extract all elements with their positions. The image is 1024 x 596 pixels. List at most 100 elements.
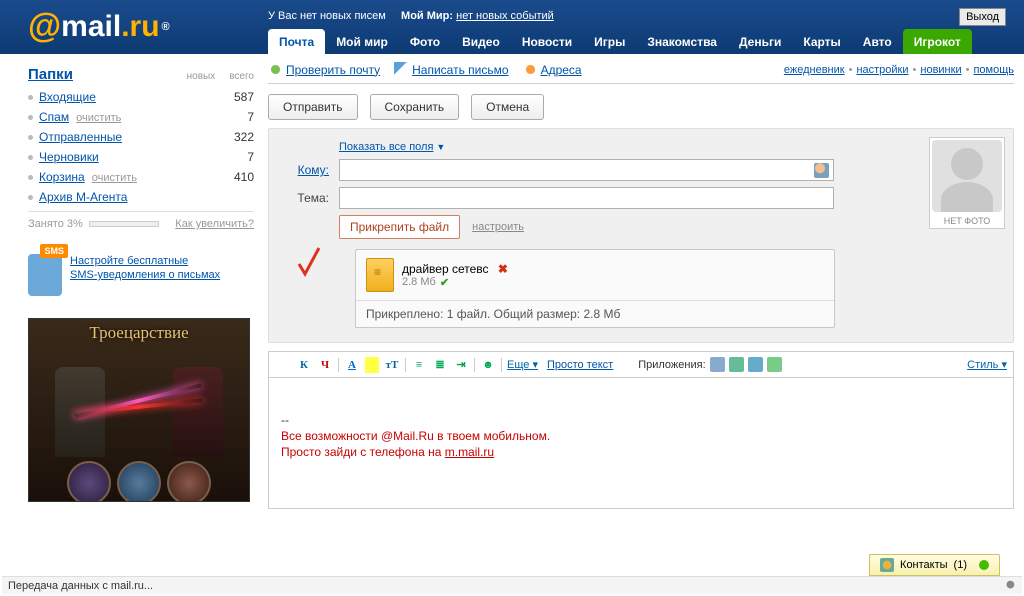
indent-icon[interactable]: ⇥ bbox=[453, 357, 469, 373]
folder-name[interactable]: Черновики bbox=[39, 150, 99, 164]
game-btn-2[interactable] bbox=[117, 461, 161, 502]
folder-name[interactable]: Входящие bbox=[39, 90, 96, 104]
attach-configure-link[interactable]: настроить bbox=[472, 221, 524, 233]
attach-file-button[interactable]: Прикрепить файл bbox=[339, 215, 460, 239]
editor-body[interactable]: -- Все возможности @Mail.Ru в твоем моби… bbox=[268, 377, 1014, 509]
toolbar-help[interactable]: помощь bbox=[973, 64, 1014, 76]
to-label[interactable]: Кому: bbox=[279, 163, 329, 177]
editor-toolbar: К Ч A тТ ≡ ≣ ⇥ ☻ Еще ▾ Просто текст Прил… bbox=[268, 351, 1014, 377]
phone-icon: SMS bbox=[28, 254, 62, 296]
folder-count: 322 bbox=[212, 130, 254, 144]
contacts-icon bbox=[880, 558, 894, 572]
folder-name[interactable]: Отправленные bbox=[39, 130, 122, 144]
clear-link[interactable]: очистить bbox=[92, 172, 137, 184]
folder-inbox[interactable]: Входящие 587 bbox=[28, 87, 254, 107]
toolbar-news[interactable]: новинки bbox=[920, 64, 961, 76]
align-icon[interactable]: ≡ bbox=[411, 357, 427, 373]
avatar-block[interactable]: НЕТ ФОТО bbox=[929, 137, 1005, 229]
nav-tab-news[interactable]: Новости bbox=[511, 29, 583, 54]
subject-label: Тема: bbox=[279, 191, 329, 205]
write-mail-link[interactable]: Написать письмо bbox=[394, 62, 508, 77]
app-icon-2[interactable] bbox=[729, 357, 744, 372]
nav-tab-igrokot[interactable]: Игрокот bbox=[903, 29, 972, 54]
zip-file-icon bbox=[366, 258, 394, 292]
nav-tab-money[interactable]: Деньги bbox=[728, 29, 792, 54]
app-icon-1[interactable] bbox=[710, 357, 725, 372]
to-input[interactable] bbox=[339, 159, 834, 181]
folder-trash[interactable]: Корзина очистить 410 bbox=[28, 167, 254, 187]
game-ad-scene bbox=[29, 347, 249, 457]
folder-sent[interactable]: Отправленные 322 bbox=[28, 127, 254, 147]
game-ad[interactable]: Троецарствие bbox=[28, 318, 250, 502]
emoji-icon[interactable]: ☻ bbox=[480, 357, 496, 373]
folder-spam[interactable]: Спам очистить 7 bbox=[28, 107, 254, 127]
attachment-size: 2.8 Мб bbox=[402, 276, 436, 288]
app-icon-4[interactable] bbox=[767, 357, 782, 372]
sms-badge: SMS bbox=[40, 244, 68, 258]
clear-link[interactable]: очистить bbox=[76, 112, 121, 124]
italic-icon[interactable]: К bbox=[296, 357, 312, 373]
nav-tab-moimir[interactable]: Мой мир bbox=[325, 29, 399, 54]
game-btn-1[interactable] bbox=[67, 461, 111, 502]
app-icon-3[interactable] bbox=[748, 357, 763, 372]
folder-count: 7 bbox=[212, 110, 254, 124]
nav-tab-games[interactable]: Игры bbox=[583, 29, 636, 54]
logo[interactable]: @mail.ru® bbox=[28, 7, 170, 46]
font-size-icon[interactable]: тТ bbox=[384, 357, 400, 373]
status-text: Передача данных с mail.ru... bbox=[8, 580, 153, 592]
contacts-icon bbox=[523, 62, 538, 77]
attachment-name: драйвер сетевс bbox=[402, 262, 489, 276]
nav-tab-dating[interactable]: Знакомства bbox=[636, 29, 728, 54]
contacts-bar[interactable]: Контакты (1) bbox=[869, 554, 1000, 576]
nav-tab-video[interactable]: Видео bbox=[451, 29, 511, 54]
bold-icon[interactable] bbox=[275, 357, 291, 373]
folders-title[interactable]: Папки bbox=[28, 66, 73, 83]
bg-color-icon[interactable] bbox=[365, 357, 379, 373]
toolbar-settings[interactable]: настройки bbox=[856, 64, 908, 76]
nav-tab-photo[interactable]: Фото bbox=[399, 29, 451, 54]
underline-icon[interactable]: Ч bbox=[317, 357, 333, 373]
quota-bar bbox=[89, 221, 159, 227]
folder-magent[interactable]: Архив M-Агента bbox=[28, 187, 254, 207]
address-book-icon[interactable] bbox=[814, 163, 829, 178]
compose-form: НЕТ ФОТО Показать все поля▼ Кому: Тема: … bbox=[268, 128, 1014, 343]
list-icon[interactable]: ≣ bbox=[432, 357, 448, 373]
plain-text-link[interactable]: Просто текст bbox=[547, 359, 613, 371]
sig-line1: Все возможности @Mail.Ru в твоем мобильн… bbox=[281, 429, 550, 443]
game-btn-3[interactable] bbox=[167, 461, 211, 502]
sms-line2[interactable]: SMS-уведомления о письмах bbox=[70, 269, 220, 281]
folder-drafts[interactable]: Черновики 7 bbox=[28, 147, 254, 167]
subject-input[interactable] bbox=[339, 187, 834, 209]
toolbar-diary[interactable]: ежедневник bbox=[784, 64, 845, 76]
folder-count: 587 bbox=[212, 90, 254, 104]
more-link[interactable]: Еще ▾ bbox=[507, 358, 538, 371]
folder-name[interactable]: Корзина bbox=[39, 170, 85, 184]
remove-attachment-icon[interactable]: ✖ bbox=[498, 262, 508, 276]
quota-label: Занято 3% bbox=[28, 218, 83, 230]
sig-line2b: m.mail.ru bbox=[445, 445, 494, 459]
sms-promo[interactable]: SMS Настройте бесплатные SMS-уведомления… bbox=[28, 254, 254, 296]
logo-ru: .ru bbox=[121, 10, 159, 44]
header-messages: У Вас нет новых писем Мой Мир: нет новых… bbox=[268, 10, 554, 22]
folder-name[interactable]: Архив M-Агента bbox=[39, 190, 127, 204]
col-all: всего bbox=[229, 71, 254, 82]
show-all-fields-link[interactable]: Показать все поля bbox=[339, 141, 433, 153]
nav-tab-mail[interactable]: Почта bbox=[268, 29, 325, 54]
contacts-count: (1) bbox=[954, 559, 967, 571]
bullet-icon bbox=[28, 175, 33, 180]
moi-mir-events-link[interactable]: нет новых событий bbox=[456, 10, 554, 22]
style-link[interactable]: Стиль ▾ bbox=[967, 358, 1007, 371]
mail-toolbar: Проверить почту Написать письмо Адреса е… bbox=[268, 60, 1014, 84]
check-mail-link[interactable]: Проверить почту bbox=[268, 62, 380, 77]
send-button[interactable]: Отправить bbox=[268, 94, 358, 120]
cancel-button[interactable]: Отмена bbox=[471, 94, 544, 120]
nav-tab-auto[interactable]: Авто bbox=[852, 29, 903, 54]
addresses-link[interactable]: Адреса bbox=[523, 62, 582, 77]
nav-tab-maps[interactable]: Карты bbox=[792, 29, 851, 54]
quota-increase-link[interactable]: Как увеличить? bbox=[175, 218, 254, 230]
folder-name[interactable]: Спам bbox=[39, 110, 69, 124]
sms-line1[interactable]: Настройте бесплатные bbox=[70, 255, 188, 267]
save-button[interactable]: Сохранить bbox=[370, 94, 460, 120]
logout-button[interactable]: Выход bbox=[959, 8, 1006, 26]
font-color-icon[interactable]: A bbox=[344, 357, 360, 373]
